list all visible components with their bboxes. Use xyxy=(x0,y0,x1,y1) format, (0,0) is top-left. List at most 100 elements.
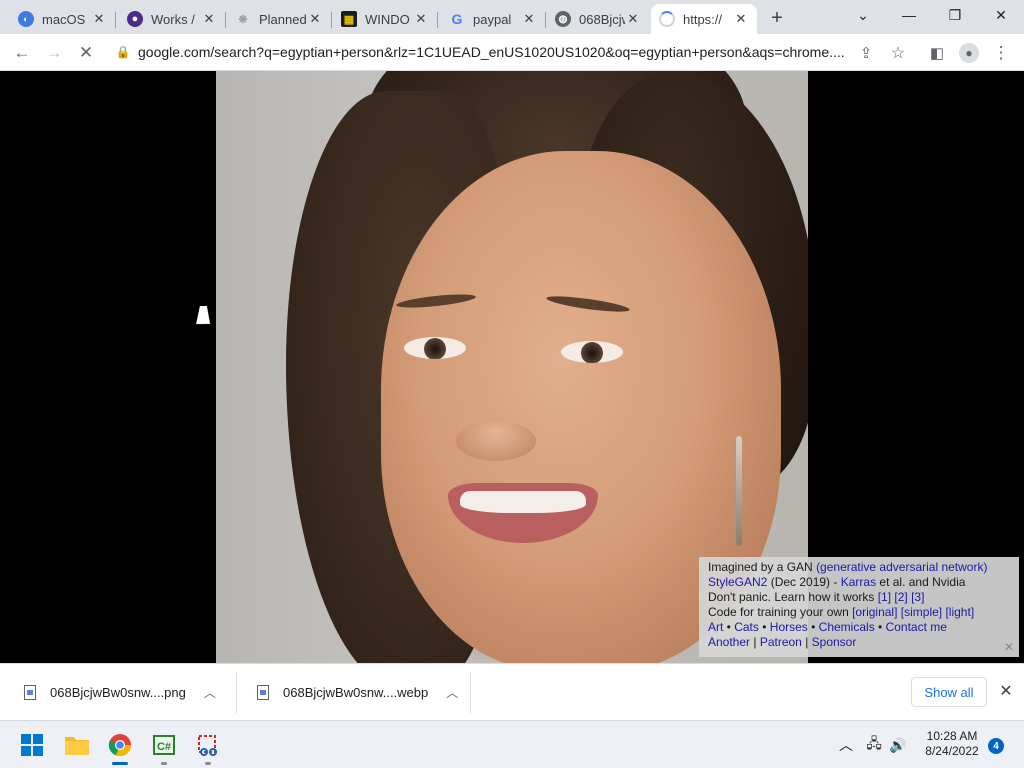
tab-paypal[interactable]: G paypal ✕ xyxy=(441,4,546,34)
works-favicon-icon: ● xyxy=(127,11,143,27)
arrow-left-icon: ← xyxy=(13,43,31,62)
side-panel-icon: ◧ xyxy=(929,45,945,62)
menu-button[interactable]: ⋮ xyxy=(988,40,1014,66)
loading-spinner-icon xyxy=(659,11,675,27)
share-button[interactable]: ⇪ xyxy=(853,40,879,66)
close-overlay-icon[interactable]: ✕ xyxy=(1003,641,1015,653)
address-bar[interactable]: 🔒 google.com/search?q=egyptian+person&rl… xyxy=(108,37,918,67)
gan-link[interactable]: (generative adversarial network) xyxy=(816,560,987,574)
horses-link[interactable]: Horses xyxy=(770,620,808,634)
stop-icon: ✕ xyxy=(78,43,94,62)
notification-badge[interactable]: 4 xyxy=(988,738,1004,754)
chevron-up-icon: ︿ xyxy=(839,737,853,753)
side-panel-button[interactable]: ◧ xyxy=(924,40,950,66)
stop-loading-button[interactable]: ✕ xyxy=(73,40,99,66)
tab-title: 068Bjcjw xyxy=(579,11,625,27)
close-window-button[interactable]: ✕ xyxy=(978,0,1024,30)
image-file-icon xyxy=(24,685,36,700)
lock-icon[interactable]: 🔒 xyxy=(108,45,138,59)
tab-title: WINDO xyxy=(365,11,410,27)
tab-planned[interactable]: ❋ Planned ✕ xyxy=(227,4,332,34)
close-tab-icon[interactable]: ✕ xyxy=(625,11,641,27)
chevron-down-icon: ⌄ xyxy=(857,6,869,23)
minimize-button[interactable]: — xyxy=(886,0,932,30)
tab-068bjcjw[interactable]: ◍ 068Bjcjw ✕ xyxy=(547,4,649,34)
folder-icon xyxy=(65,737,89,755)
profile-button[interactable]: ● xyxy=(956,40,982,66)
volume-icon[interactable]: 🔊 xyxy=(888,735,908,755)
code-original-link[interactable]: [original] xyxy=(852,605,897,619)
patreon-link[interactable]: Patreon xyxy=(760,635,802,649)
csharp-app-button[interactable]: C# xyxy=(148,729,180,765)
windows-favicon-icon: ▦ xyxy=(341,11,357,27)
tab-title: macOS xyxy=(42,11,86,27)
close-shelf-button[interactable]: ✕ xyxy=(996,681,1016,701)
chrome-icon xyxy=(108,734,132,757)
star-icon: ☆ xyxy=(890,45,906,62)
planned-favicon-icon: ❋ xyxy=(238,13,248,26)
show-all-button[interactable]: Show all xyxy=(911,677,987,707)
another-link[interactable]: Another xyxy=(708,635,750,649)
tab-works[interactable]: ● Works / ✕ xyxy=(119,4,226,34)
cats-link[interactable]: Cats xyxy=(734,620,759,634)
snipping-tool-button[interactable] xyxy=(192,729,224,765)
back-button[interactable]: ← xyxy=(9,40,35,66)
file-explorer-button[interactable] xyxy=(61,729,93,761)
close-tab-icon[interactable]: ✕ xyxy=(413,11,429,27)
art-link[interactable]: Art xyxy=(708,620,723,634)
taskbar: C# ︿ 🖧 🔊 10:28 AM 8/24/2022 4 xyxy=(0,720,1024,768)
minimize-icon: — xyxy=(902,7,916,23)
contact-me-link[interactable]: Contact me xyxy=(886,620,947,634)
sponsor-link[interactable]: Sponsor xyxy=(812,635,857,649)
more-vert-icon: ⋮ xyxy=(992,43,1010,62)
restore-button[interactable]: ❐ xyxy=(932,0,978,30)
tab-title: Works / xyxy=(151,11,195,27)
show-hidden-icons-button[interactable]: ︿ xyxy=(836,735,856,755)
network-icon[interactable]: 🖧 xyxy=(864,735,884,755)
earring xyxy=(736,436,742,546)
tab-strip: ◐ macOS ✕ ● Works / ✕ ❋ Planned ✕ ▦ WIND… xyxy=(0,0,1024,34)
chevron-up-icon[interactable]: ︿ xyxy=(446,684,458,701)
tab-search-button[interactable]: ⌄ xyxy=(840,0,886,30)
new-tab-button[interactable]: + xyxy=(766,7,788,29)
clock-time: 10:28 AM xyxy=(926,729,978,743)
tab-windows[interactable]: ▦ WINDO ✕ xyxy=(333,4,438,34)
ref-link-2[interactable]: [2] xyxy=(894,590,907,604)
bookmark-button[interactable]: ☆ xyxy=(885,40,911,66)
code-light-link[interactable]: [light] xyxy=(945,605,974,619)
tab-title: paypal xyxy=(473,11,512,27)
gan-info-overlay: Imagined by a GAN (generative adversaria… xyxy=(699,557,1019,657)
download-filename: 068BjcjwBw0snw....png xyxy=(50,685,186,700)
tab-active[interactable]: https:// ✕ xyxy=(651,4,757,34)
snipping-tool-icon xyxy=(198,735,217,756)
mouse-cursor xyxy=(196,306,214,324)
macos-favicon-icon: ◐ xyxy=(18,11,34,27)
download-item[interactable]: 068BjcjwBw0snw....png ︿ xyxy=(0,664,237,721)
globe-favicon-icon: ◍ xyxy=(555,11,571,27)
code-simple-link[interactable]: [simple] xyxy=(901,605,942,619)
close-tab-icon[interactable]: ✕ xyxy=(91,11,107,27)
page-content: Imagined by a GAN (generative adversaria… xyxy=(0,71,1024,663)
url-text[interactable]: google.com/search?q=egyptian+person&rlz=… xyxy=(138,44,918,60)
chevron-up-icon[interactable]: ︿ xyxy=(204,684,216,701)
forward-button[interactable]: → xyxy=(41,40,67,66)
ref-link-3[interactable]: [3] xyxy=(911,590,924,604)
close-tab-icon[interactable]: ✕ xyxy=(201,11,217,27)
close-icon: ✕ xyxy=(999,683,1013,700)
close-tab-icon[interactable]: ✕ xyxy=(521,11,537,27)
close-icon: ✕ xyxy=(995,6,1007,23)
close-tab-icon[interactable]: ✕ xyxy=(733,11,749,27)
windows-logo-icon xyxy=(21,734,43,756)
clock[interactable]: 10:28 AM 8/24/2022 xyxy=(912,729,992,759)
karras-link[interactable]: Karras xyxy=(841,575,876,589)
ref-link-1[interactable]: [1] xyxy=(878,590,891,604)
close-tab-icon[interactable]: ✕ xyxy=(307,11,323,27)
chemicals-link[interactable]: Chemicals xyxy=(819,620,875,634)
tab-macos[interactable]: ◐ macOS ✕ xyxy=(10,4,116,34)
start-button[interactable] xyxy=(16,729,48,761)
stylegan2-link[interactable]: StyleGAN2 xyxy=(708,575,767,589)
download-item[interactable]: 068BjcjwBw0snw....webp ︿ xyxy=(237,664,471,721)
clock-date: 8/24/2022 xyxy=(925,744,979,758)
csharp-app-icon: C# xyxy=(153,735,175,755)
chrome-taskbar-button[interactable] xyxy=(104,729,136,765)
